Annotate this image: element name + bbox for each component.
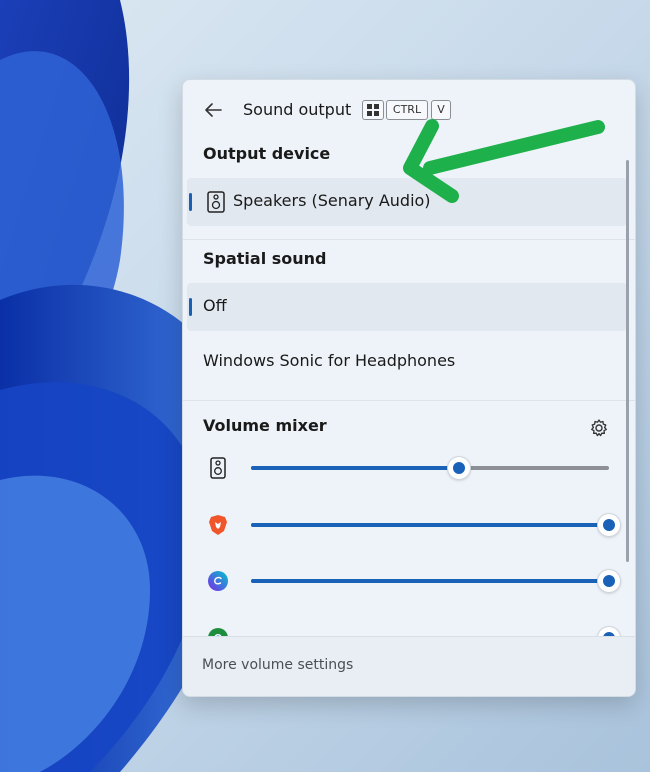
volume-slider-brave[interactable] [251,514,620,536]
volume-slider-canva[interactable] [251,570,620,592]
v-key: V [431,100,451,120]
sound-output-flyout: Sound output CTRL V Output device Speake… [182,79,636,697]
slider-thumb[interactable] [598,570,620,592]
spatial-option-label: Off [203,296,227,315]
selection-indicator [189,298,192,316]
slider-fill [251,523,609,527]
divider [183,239,635,240]
ctrl-key: CTRL [386,100,428,120]
slider-fill [251,466,459,470]
panel-title: Sound output [243,100,352,119]
mixer-row-brave [183,505,635,545]
spatial-option-label: Windows Sonic for Headphones [203,351,456,370]
output-device-speakers[interactable]: Speakers (Senary Audio) [187,178,627,226]
device-label: Speakers (Senary Audio) [233,191,431,210]
mixer-row-canva [183,561,635,601]
slider-fill [251,579,609,583]
gear-icon[interactable] [589,418,609,438]
windows-key-icon [362,100,384,120]
mixer-row-system [183,448,635,488]
flyout-footer: More volume settings [183,636,635,696]
back-arrow-icon[interactable] [201,98,225,122]
scrollbar[interactable] [626,160,629,562]
flyout-header: Sound output CTRL V [183,80,635,140]
selection-indicator [189,193,192,211]
more-volume-settings-link[interactable]: More volume settings [202,657,353,673]
slider-thumb[interactable] [447,457,470,479]
spatial-sound-heading: Spatial sound [203,249,327,268]
slider-thumb[interactable] [598,514,620,536]
output-device-heading: Output device [203,144,331,163]
canva-icon [208,571,228,591]
speaker-icon [207,191,225,213]
speaker-icon [210,457,226,479]
divider [183,400,635,401]
brave-browser-icon [209,515,227,535]
spatial-option-windows-sonic[interactable]: Windows Sonic for Headphones [187,338,627,386]
volume-slider-system[interactable] [251,457,611,479]
volume-mixer-heading: Volume mixer [203,416,327,435]
spatial-option-off[interactable]: Off [187,283,627,331]
